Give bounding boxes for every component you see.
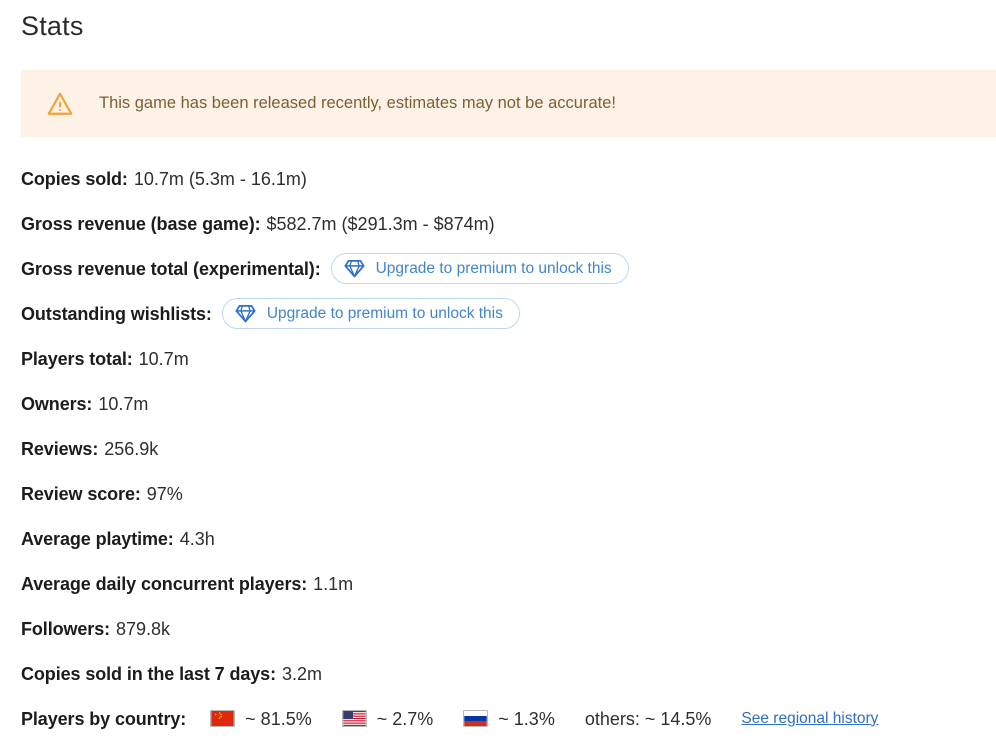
stat-label: Reviews: (21, 438, 99, 459)
stats-list: Copies sold: 10.7m (5.3m - 16.1m) Gross … (21, 156, 981, 741)
warning-banner: This game has been released recently, es… (21, 70, 996, 137)
stat-row: Review score: 97% (21, 471, 981, 516)
stat-row: Gross revenue (base game): $582.7m ($291… (21, 201, 981, 246)
stat-row: Average daily concurrent players: 1.1m (21, 561, 981, 606)
stat-value: 1.1m (313, 573, 354, 594)
stat-label: Followers: (21, 618, 111, 639)
stat-row: Followers: 879.8k (21, 606, 981, 651)
stat-row: Copies sold in the last 7 days: 3.2m (21, 651, 981, 696)
stat-label: Outstanding wishlists: (21, 303, 212, 324)
stat-label: Players total: (21, 348, 133, 369)
stat-label: Gross revenue total (experimental): (21, 258, 321, 279)
country-percent: ~ 1.3% (498, 708, 555, 729)
country-item-russia: ~ 1.3% (463, 710, 555, 728)
stat-value: 10.7m (5.3m - 16.1m) (133, 168, 307, 189)
stat-label: Average playtime: (21, 528, 174, 549)
stats-page: Stats This game has been released recent… (0, 0, 996, 730)
stat-value: 879.8k (116, 618, 171, 639)
stat-row: Players total: 10.7m (21, 336, 981, 381)
flag-russia-icon (463, 710, 489, 727)
country-item-united-states: ~ 2.7% (341, 708, 434, 729)
stat-value: $582.7m ($291.3m - $874m) (266, 213, 495, 234)
stat-label: Copies sold in the last 7 days: (21, 663, 276, 684)
upgrade-to-premium-button[interactable]: Upgrade to premium to unlock this (330, 253, 629, 284)
stat-value: 3.2m (281, 663, 322, 684)
country-percent: ~ 2.7% (376, 708, 434, 729)
stat-label: Average daily concurrent players: (21, 573, 308, 594)
stat-value: 256.9k (104, 438, 159, 459)
stat-value: 4.3h (179, 528, 215, 549)
stat-value: 10.7m (138, 348, 189, 369)
upgrade-to-premium-label: Upgrade to premium to unlock this (266, 304, 503, 322)
players-by-country-label: Players by country: (21, 708, 187, 729)
flag-united-states-icon (341, 710, 367, 727)
stat-value: 10.7m (98, 393, 149, 414)
flag-china-icon (210, 710, 236, 727)
upgrade-to-premium-button[interactable]: Upgrade to premium to unlock this (221, 298, 520, 329)
stat-label: Review score: (21, 483, 141, 504)
stat-label: Owners: (21, 393, 93, 414)
stat-value: 97% (146, 483, 183, 504)
others-percent-label: others: ~ 14.5% (584, 708, 712, 729)
see-regional-history-link[interactable]: See regional history (741, 711, 878, 727)
warning-message: This game has been released recently, es… (99, 94, 616, 113)
warning-triangle-icon (47, 92, 73, 115)
stat-row: Gross revenue total (experimental): Upgr… (21, 246, 981, 291)
gem-icon (235, 305, 256, 323)
stat-label: Gross revenue (base game): (21, 213, 261, 234)
stat-row: Owners: 10.7m (21, 381, 981, 426)
gem-icon (344, 260, 365, 278)
stat-row: Reviews: 256.9k (21, 426, 981, 471)
stat-label: Copies sold: (21, 168, 128, 189)
stat-row: Copies sold: 10.7m (5.3m - 16.1m) (21, 156, 981, 201)
players-by-country-row: Players by country: ~ 81.5% ~ 2.7% ~ 1.3… (21, 696, 981, 741)
stat-row: Outstanding wishlists: Upgrade to premiu… (21, 291, 981, 336)
country-percent: ~ 81.5% (245, 708, 312, 729)
stat-row: Average playtime: 4.3h (21, 516, 981, 561)
page-title: Stats (21, 11, 84, 41)
country-item-china: ~ 81.5% (210, 710, 312, 728)
upgrade-to-premium-label: Upgrade to premium to unlock this (375, 259, 612, 277)
